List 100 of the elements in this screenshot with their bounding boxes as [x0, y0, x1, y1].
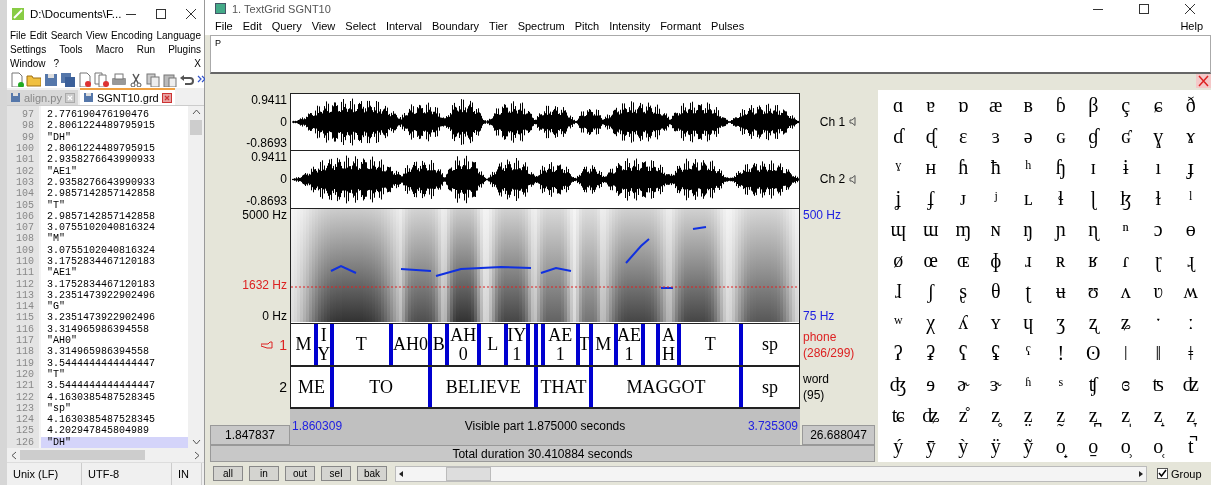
save-icon[interactable] [43, 71, 58, 87]
copy-icon[interactable] [145, 71, 160, 87]
annotation-text[interactable]: ME [297, 377, 325, 397]
annotation-text[interactable]: T [704, 335, 716, 354]
menu-item[interactable]: Formant [660, 20, 702, 32]
horizontal-scrollbar[interactable] [395, 465, 1147, 482]
scroll-up-icon[interactable] [191, 109, 201, 115]
annotation-text[interactable]: T [355, 335, 367, 354]
line-number: 108 [15, 233, 35, 245]
menu-item[interactable]: Encoding [111, 29, 153, 41]
annotation-text[interactable]: AE1 [616, 325, 642, 364]
menu-item[interactable]: View [311, 20, 336, 32]
scrollbar-thumb[interactable] [20, 450, 145, 460]
menu-item[interactable]: Interval [385, 20, 422, 32]
menu-item[interactable]: Edit [29, 29, 47, 41]
menu-item[interactable]: Window [10, 57, 46, 69]
menu-item[interactable]: Run [136, 43, 156, 55]
close-icon[interactable] [186, 9, 197, 19]
save-icon [10, 92, 21, 103]
menu-item[interactable]: Tools [59, 43, 83, 55]
pointing-hand-icon [261, 340, 274, 349]
menu-item[interactable]: Pulses [711, 20, 745, 32]
speaker-icon[interactable] [849, 117, 859, 126]
new-file-icon[interactable] [9, 71, 24, 87]
scrollbar-thumb[interactable] [446, 466, 491, 481]
menu-item[interactable]: Plugins [168, 43, 201, 55]
tier-number[interactable]: 1 [279, 336, 287, 353]
annotation-text[interactable]: sp [761, 335, 778, 354]
annotation-text[interactable]: IY [316, 325, 331, 364]
scroll-down-icon[interactable] [191, 439, 201, 445]
menu-item[interactable]: Edit [242, 20, 262, 32]
zoom-button[interactable]: in [249, 466, 279, 481]
menu-item[interactable]: Query [271, 20, 302, 32]
annotation-text[interactable]: M [295, 335, 312, 354]
menu-item[interactable]: Language [156, 29, 201, 41]
amplitude-label: 0.9411 [251, 150, 287, 164]
menu-item[interactable]: Select [345, 20, 376, 32]
menu-item[interactable]: Intensity [609, 20, 651, 32]
annotation-text[interactable]: AH0 [393, 335, 428, 354]
line-number: 124 [15, 414, 35, 426]
zoom-button[interactable]: out [285, 466, 315, 481]
amplitude-label: -0.8693 [246, 136, 287, 150]
menu-item[interactable]: Settings [10, 43, 47, 55]
annotation-text[interactable]: IY1 [507, 325, 527, 364]
annotation-text[interactable]: sp [762, 377, 779, 397]
annotation-text[interactable]: TO [369, 377, 393, 397]
maximize-icon[interactable] [1139, 3, 1149, 14]
interval-count: (95) [803, 387, 826, 403]
menu-item[interactable]: Pitch [574, 20, 600, 32]
close-icon[interactable] [1185, 3, 1195, 14]
annotation-text[interactable]: AE1 [543, 325, 577, 364]
group-checkbox[interactable] [1157, 468, 1168, 479]
annotation-text[interactable]: BELIEVE [445, 377, 521, 397]
zoom-button[interactable]: sel [321, 466, 351, 481]
maximize-icon[interactable] [156, 9, 167, 19]
print-icon[interactable] [111, 71, 126, 87]
tier-number[interactable]: 2 [279, 379, 287, 395]
annotation-text[interactable]: MAGGOT [626, 377, 706, 397]
line-number: 111 [15, 267, 35, 279]
line-number: 113 [15, 289, 35, 301]
annotation-text[interactable]: AH [658, 325, 679, 364]
annotation-text[interactable]: B [432, 335, 445, 354]
close-document-button[interactable]: X [194, 57, 201, 69]
app-icon [215, 3, 226, 14]
code-line: "sp" [46, 402, 72, 414]
scrollbar-thumb[interactable] [190, 119, 202, 135]
menu-item[interactable]: ? [53, 57, 60, 69]
close-all-icon[interactable] [94, 71, 109, 87]
line-number: 98 [21, 120, 35, 132]
text-field[interactable]: P [210, 35, 1211, 74]
zoom-button[interactable]: bak [357, 466, 387, 481]
code-line: 3.5444444444444447 [46, 380, 157, 392]
menu-item[interactable]: Tier [489, 20, 508, 32]
cut-icon[interactable] [128, 71, 143, 87]
menu-item[interactable]: Help [1180, 20, 1203, 32]
annotation-text[interactable]: L [487, 335, 499, 354]
menu-item[interactable]: View [85, 29, 108, 41]
close-file-icon[interactable] [77, 71, 92, 87]
menu-item[interactable]: Search [50, 29, 83, 41]
menu-item[interactable]: Spectrum [517, 20, 565, 32]
zoom-button[interactable]: all [213, 466, 243, 481]
code-line: 2.8061224489795915 [46, 120, 157, 132]
annotation-text[interactable]: AH0 [448, 325, 479, 364]
line-number: 97 [21, 109, 35, 121]
save-all-icon[interactable] [60, 71, 75, 87]
line-number: 125 [15, 425, 35, 437]
annotation-text[interactable]: M [595, 335, 612, 354]
annotation-text[interactable]: THAT [540, 377, 587, 397]
menu-item[interactable]: File [215, 20, 233, 32]
menu-item[interactable]: Macro [95, 43, 124, 55]
code-line: "AH0" [46, 334, 78, 347]
menu-item[interactable]: Boundary [432, 20, 480, 32]
pitch-range-label: 500 Hz [803, 208, 843, 222]
paste-icon[interactable] [162, 71, 177, 87]
menu-item[interactable]: File [10, 29, 27, 41]
line-number: 107 [15, 222, 35, 234]
speaker-icon[interactable] [849, 174, 859, 184]
end-time: 3.735309 [747, 419, 798, 433]
line-number: 103 [15, 176, 35, 188]
time-label: 1.847837 [210, 425, 290, 445]
